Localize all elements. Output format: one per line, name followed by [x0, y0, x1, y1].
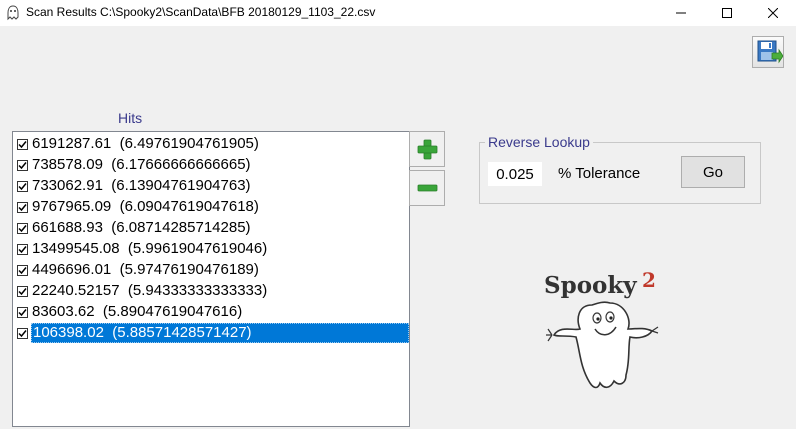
minus-icon	[417, 184, 438, 192]
hits-label: Hits	[118, 110, 143, 126]
list-item[interactable]: 22240.52157 (5.94333333333333)	[15, 281, 409, 301]
maximize-icon	[722, 8, 732, 18]
close-button[interactable]	[750, 0, 796, 26]
checkbox[interactable]	[17, 306, 28, 318]
tolerance-label: % Tolerance	[558, 165, 641, 182]
add-hit-button[interactable]	[409, 131, 445, 167]
list-item-text: 661688.93 (6.08714285714285)	[32, 219, 251, 236]
list-item-text: 83603.62 (5.89047619047616)	[32, 303, 243, 320]
list-item-text: 6191287.61 (6.49761904761905)	[32, 135, 259, 152]
checkbox[interactable]	[17, 201, 28, 213]
minimize-button[interactable]	[658, 0, 704, 26]
hits-list[interactable]: 6191287.61 (6.49761904761905) 738578.09 …	[12, 131, 410, 427]
svg-text:2: 2	[642, 268, 656, 292]
list-item-text: 738578.09 (6.17666666666665)	[32, 156, 251, 173]
list-item-selected[interactable]: 106398.02 (5.88571428571427)	[15, 323, 409, 343]
save-icon	[757, 40, 784, 64]
checkbox[interactable]	[17, 222, 28, 234]
list-item-text: 13499545.08 (5.99619047619046)	[32, 240, 268, 257]
remove-hit-button[interactable]	[409, 170, 445, 206]
checkbox[interactable]	[17, 264, 28, 276]
list-item[interactable]: 4496696.01 (5.97476190476189)	[15, 260, 409, 280]
checkbox[interactable]	[17, 243, 28, 255]
list-item[interactable]: 9767965.09 (6.09047619047618)	[15, 197, 409, 217]
list-item-text: 733062.91 (6.13904761904763)	[32, 177, 251, 194]
spooky-app-icon	[7, 5, 19, 21]
svg-text:Spooky: Spooky	[544, 272, 637, 299]
save-button[interactable]	[752, 36, 784, 68]
list-item-text: 4496696.01 (5.97476190476189)	[32, 261, 259, 278]
list-item[interactable]: 738578.09 (6.17666666666665)	[15, 155, 409, 175]
list-item-text: 9767965.09 (6.09047619047618)	[32, 198, 259, 215]
tolerance-input[interactable]	[488, 162, 542, 186]
window-title: Scan Results C:\Spooky2\ScanData\BFB 201…	[26, 5, 376, 19]
list-item[interactable]: 83603.62 (5.89047619047616)	[15, 302, 409, 322]
spooky2-logo: Spooky 2	[544, 268, 659, 389]
list-item[interactable]: 13499545.08 (5.99619047619046)	[15, 239, 409, 259]
checkbox[interactable]	[17, 159, 28, 171]
checkbox[interactable]	[17, 327, 28, 339]
checkbox[interactable]	[17, 138, 28, 150]
close-icon	[768, 8, 778, 18]
list-item-text: 106398.02 (5.88571428571427)	[31, 323, 409, 343]
checkbox[interactable]	[17, 180, 28, 192]
title-bar: Scan Results C:\Spooky2\ScanData\BFB 201…	[0, 0, 796, 26]
list-item-text: 22240.52157 (5.94333333333333)	[32, 282, 268, 299]
list-item[interactable]: 733062.91 (6.13904761904763)	[15, 176, 409, 196]
plus-icon	[417, 139, 438, 160]
maximize-button[interactable]	[704, 0, 750, 26]
checkbox[interactable]	[17, 285, 28, 297]
list-item[interactable]: 661688.93 (6.08714285714285)	[15, 218, 409, 238]
go-button[interactable]: Go	[681, 156, 745, 188]
list-item[interactable]: 6191287.61 (6.49761904761905)	[15, 134, 409, 154]
reverse-lookup-legend: Reverse Lookup	[485, 134, 593, 150]
minimize-icon	[676, 12, 686, 14]
